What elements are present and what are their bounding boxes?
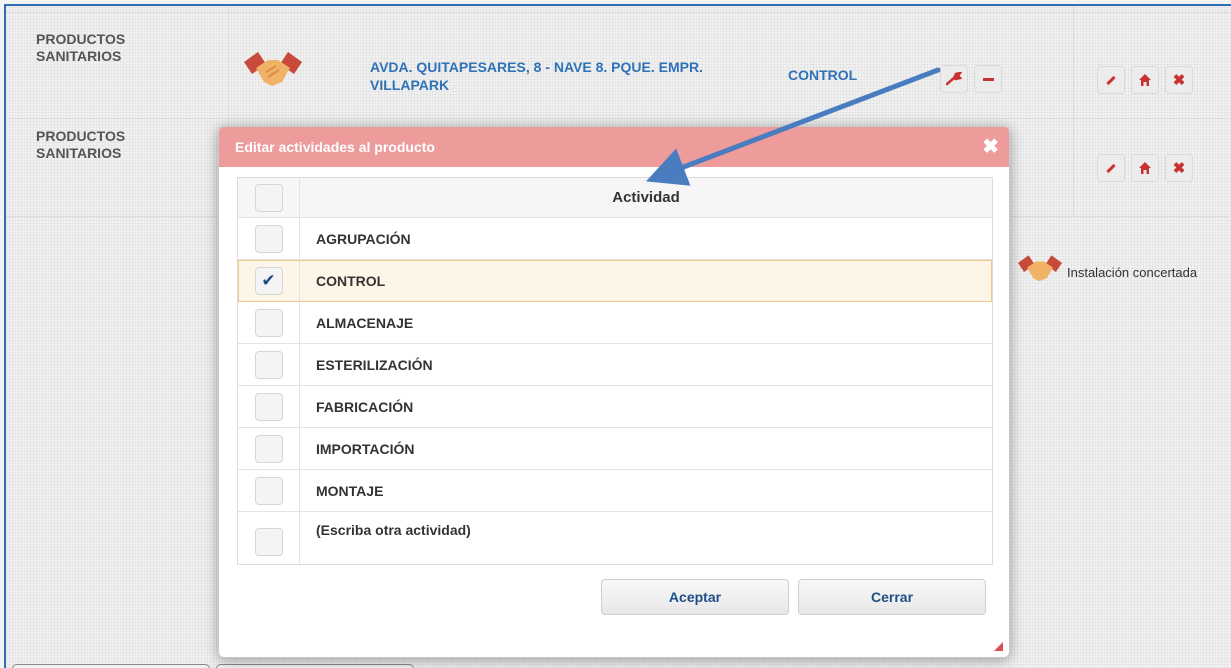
- activity-row[interactable]: AGRUPACIÓN: [238, 218, 992, 260]
- house-icon: [1139, 162, 1151, 174]
- table-row-divider: [6, 12, 1229, 13]
- row-product-type: PRODUCTOS SANITARIOS: [36, 31, 126, 64]
- edit-button[interactable]: [1097, 66, 1125, 94]
- close-icon: ✖: [1172, 160, 1186, 177]
- checkbox-cell: [238, 428, 300, 469]
- resize-handle-icon[interactable]: [994, 642, 1003, 651]
- activities-table: Actividad AGRUPACIÓN ✔ CONTROL ALMACENAJ…: [237, 177, 993, 565]
- row-activity-link[interactable]: CONTROL: [788, 67, 857, 83]
- row-product-type: PRODUCTOS SANITARIOS: [36, 128, 126, 161]
- legend-label: Instalación concertada: [1067, 265, 1198, 280]
- accept-button[interactable]: Aceptar: [601, 579, 789, 615]
- activity-checkbox[interactable]: [254, 528, 283, 556]
- activity-row-selected[interactable]: ✔ CONTROL: [238, 260, 992, 302]
- wrench-icon: [946, 72, 962, 86]
- activity-label: AGRUPACIÓN: [316, 230, 411, 247]
- delete-button[interactable]: ✖: [1165, 154, 1193, 182]
- pencil-icon: [1106, 163, 1116, 173]
- select-all-checkbox[interactable]: [254, 183, 283, 212]
- activity-checkbox[interactable]: [254, 224, 283, 253]
- activity-row[interactable]: IMPORTACIÓN: [238, 428, 992, 470]
- table-row-divider: [6, 118, 1229, 119]
- activity-row[interactable]: ALMACENAJE: [238, 302, 992, 344]
- dialog-close-icon[interactable]: ✖: [982, 137, 999, 157]
- handshake-icon: [244, 52, 302, 93]
- checkbox-cell: [238, 218, 300, 259]
- edit-activities-dialog: Editar actividades al producto ✖ Activid…: [218, 126, 1010, 658]
- checkbox-cell: [238, 470, 300, 511]
- checkbox-cell: [238, 512, 300, 564]
- activity-checkbox[interactable]: [254, 476, 283, 505]
- bottom-tab[interactable]: [216, 664, 414, 668]
- bottom-tab[interactable]: [12, 664, 210, 668]
- table-header-row: Actividad: [238, 178, 992, 218]
- row-address-link[interactable]: AVDA. QUITAPESARES, 8 - NAVE 8. PQUE. EM…: [370, 58, 730, 94]
- remove-activity-button[interactable]: [974, 65, 1002, 93]
- checkbox-cell: [238, 344, 300, 385]
- pencil-icon: [1106, 75, 1116, 85]
- home-button[interactable]: [1131, 66, 1159, 94]
- activity-row[interactable]: FABRICACIÓN: [238, 386, 992, 428]
- activity-checkbox[interactable]: [254, 350, 283, 379]
- legend-handshake-icon: [1018, 254, 1062, 289]
- activity-label: ALMACENAJE: [316, 314, 414, 331]
- dialog-title: Editar actividades al producto: [235, 139, 435, 155]
- checkbox-cell: [238, 386, 300, 427]
- checkbox-cell: ✔: [238, 260, 300, 301]
- select-all-cell: [238, 178, 300, 217]
- edit-button[interactable]: [1097, 154, 1125, 182]
- activity-row[interactable]: ESTERILIZACIÓN: [238, 344, 992, 386]
- home-button[interactable]: [1131, 154, 1159, 182]
- delete-button[interactable]: ✖: [1165, 66, 1193, 94]
- minus-icon: [982, 77, 994, 81]
- activity-checkbox[interactable]: [254, 392, 283, 421]
- house-icon: [1139, 74, 1151, 86]
- checkmark-icon: ✔: [261, 270, 276, 290]
- activity-checkbox-checked[interactable]: ✔: [254, 266, 283, 295]
- column-header-actividad: Actividad: [612, 189, 680, 206]
- dialog-header: Editar actividades al producto ✖: [219, 127, 1009, 167]
- wrench-button[interactable]: [940, 65, 968, 93]
- activity-label: MONTAJE: [316, 482, 384, 499]
- activity-row[interactable]: MONTAJE: [238, 470, 992, 512]
- activity-checkbox[interactable]: [254, 308, 283, 337]
- column-divider: [1073, 6, 1074, 216]
- other-activity-label[interactable]: (Escriba otra actividad): [300, 512, 992, 564]
- close-icon: ✖: [1172, 72, 1186, 89]
- activity-label: ESTERILIZACIÓN: [316, 356, 433, 373]
- activity-label: CONTROL: [316, 272, 386, 289]
- activity-label: IMPORTACIÓN: [316, 440, 415, 457]
- close-button[interactable]: Cerrar: [798, 579, 986, 615]
- checkbox-cell: [238, 302, 300, 343]
- activity-checkbox[interactable]: [254, 434, 283, 463]
- activity-row-other[interactable]: (Escriba otra actividad): [238, 512, 992, 564]
- activity-label: FABRICACIÓN: [316, 398, 414, 415]
